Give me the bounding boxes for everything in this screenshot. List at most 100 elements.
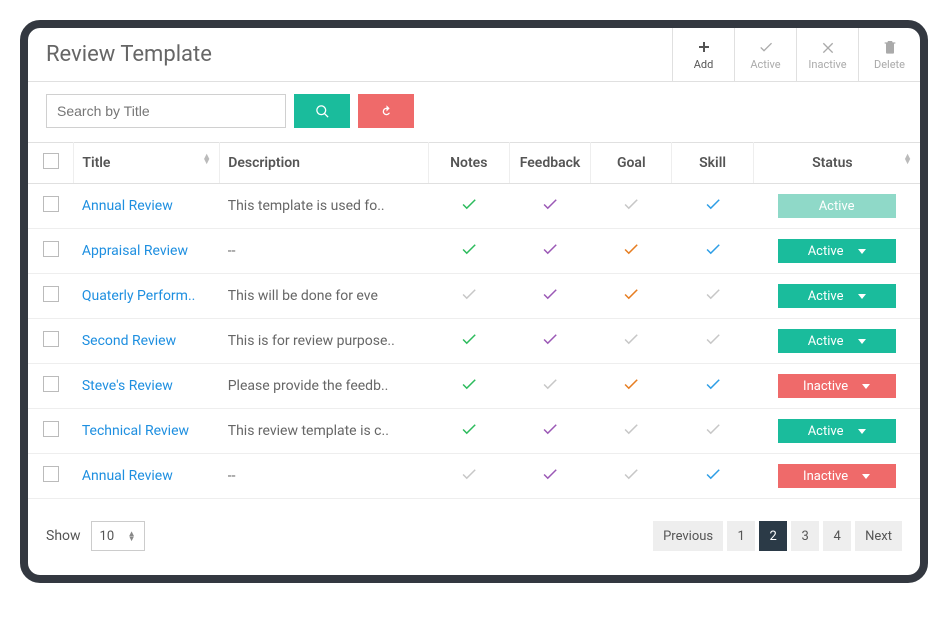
status-badge[interactable]: Inactive	[778, 374, 896, 398]
col-title[interactable]: Title▲▼	[74, 143, 220, 184]
row-checkbox[interactable]	[43, 286, 59, 302]
check-icon	[460, 285, 478, 303]
check-icon	[622, 240, 640, 258]
status-badge[interactable]: Active	[778, 419, 896, 443]
template-title-link[interactable]: Technical Review	[82, 423, 189, 439]
status-badge[interactable]: Inactive	[778, 464, 896, 488]
check-icon	[622, 375, 640, 393]
check-icon	[460, 375, 478, 393]
footer: Show 10 ▲▼ Previous1234Next	[28, 499, 920, 575]
chevron-down-icon	[862, 384, 870, 389]
check-icon	[541, 465, 559, 483]
table-row: Technical Review This review template is …	[28, 409, 920, 454]
toolbar: Add Active Inactive Delete	[672, 28, 920, 81]
refresh-button[interactable]	[358, 94, 414, 128]
inactive-button[interactable]: Inactive	[796, 28, 858, 81]
add-button[interactable]: Add	[672, 28, 734, 81]
pagination: Previous1234Next	[653, 521, 902, 551]
template-description: This review template is c..	[220, 409, 428, 454]
row-checkbox[interactable]	[43, 466, 59, 482]
chevron-down-icon	[862, 474, 870, 479]
template-title-link[interactable]: Second Review	[82, 333, 176, 349]
search-icon	[315, 104, 330, 119]
check-icon	[622, 195, 640, 213]
search-button[interactable]	[294, 94, 350, 128]
active-button[interactable]: Active	[734, 28, 796, 81]
pagination-page[interactable]: 1	[727, 521, 755, 551]
template-description: This is for review purpose..	[220, 319, 428, 364]
header: Review Template Add Active Inactive Dele…	[28, 28, 920, 82]
status-badge: Active	[778, 194, 896, 218]
select-all-checkbox[interactable]	[43, 153, 59, 169]
check-icon	[460, 420, 478, 438]
check-icon	[622, 420, 640, 438]
check-icon	[758, 39, 774, 55]
template-title-link[interactable]: Annual Review	[82, 198, 173, 214]
search-input[interactable]	[46, 94, 286, 128]
check-icon	[541, 240, 559, 258]
check-icon	[622, 285, 640, 303]
row-checkbox[interactable]	[43, 331, 59, 347]
status-text: Active	[808, 289, 844, 304]
chevron-down-icon	[858, 294, 866, 299]
col-status[interactable]: Status▲▼	[753, 143, 920, 184]
search-row	[28, 82, 920, 142]
check-icon	[622, 330, 640, 348]
page-size-select[interactable]: 10 ▲▼	[91, 521, 145, 551]
pagination-page[interactable]: 4	[823, 521, 851, 551]
template-title-link[interactable]: Appraisal Review	[82, 243, 188, 259]
app-frame: Review Template Add Active Inactive Dele…	[20, 20, 928, 583]
stepper-icon: ▲▼	[128, 531, 136, 541]
row-checkbox[interactable]	[43, 376, 59, 392]
template-title-link[interactable]: Annual Review	[82, 468, 173, 484]
table-row: Appraisal Review--Active	[28, 229, 920, 274]
refresh-icon	[379, 104, 394, 119]
chevron-down-icon	[858, 429, 866, 434]
status-badge[interactable]: Active	[778, 329, 896, 353]
check-icon	[460, 195, 478, 213]
row-checkbox[interactable]	[43, 421, 59, 437]
status-text: Active	[819, 199, 855, 214]
check-icon	[541, 375, 559, 393]
sort-icon: ▲▼	[202, 155, 211, 165]
check-icon	[704, 420, 722, 438]
template-title-link[interactable]: Steve's Review	[82, 378, 173, 394]
sort-icon: ▲▼	[903, 155, 912, 165]
template-description: This will be done for eve	[220, 274, 428, 319]
close-icon	[820, 39, 836, 55]
template-description: Please provide the feedb..	[220, 364, 428, 409]
pagination-page[interactable]: 3	[791, 521, 819, 551]
show-label: Show	[46, 528, 81, 544]
pagination-next[interactable]: Next	[855, 521, 902, 551]
col-skill: Skill	[672, 143, 753, 184]
templates-table: Title▲▼ Description Notes Feedback Goal …	[28, 142, 920, 499]
status-badge[interactable]: Active	[778, 239, 896, 263]
col-notes: Notes	[428, 143, 509, 184]
delete-button[interactable]: Delete	[858, 28, 920, 81]
col-goal: Goal	[591, 143, 672, 184]
check-icon	[622, 465, 640, 483]
table-row: Steve's Review Please provide the feedb..…	[28, 364, 920, 409]
check-icon	[704, 465, 722, 483]
row-checkbox[interactable]	[43, 196, 59, 212]
col-description: Description	[220, 143, 428, 184]
status-badge[interactable]: Active	[778, 284, 896, 308]
page-size-control: Show 10 ▲▼	[46, 521, 145, 551]
page-title: Review Template	[28, 28, 230, 81]
trash-icon	[882, 39, 898, 55]
status-text: Inactive	[803, 469, 848, 484]
check-icon	[704, 195, 722, 213]
pagination-page[interactable]: 2	[759, 521, 787, 551]
status-text: Active	[808, 334, 844, 349]
check-icon	[704, 330, 722, 348]
table-row: Second Review This is for review purpose.…	[28, 319, 920, 364]
status-text: Inactive	[803, 379, 848, 394]
row-checkbox[interactable]	[43, 241, 59, 257]
chevron-down-icon	[858, 339, 866, 344]
template-title-link[interactable]: Quaterly Perform..	[82, 288, 195, 304]
check-icon	[460, 330, 478, 348]
template-description: This template is used fo..	[220, 184, 428, 229]
pagination-prev[interactable]: Previous	[653, 521, 723, 551]
check-icon	[704, 375, 722, 393]
template-description: --	[220, 454, 428, 499]
